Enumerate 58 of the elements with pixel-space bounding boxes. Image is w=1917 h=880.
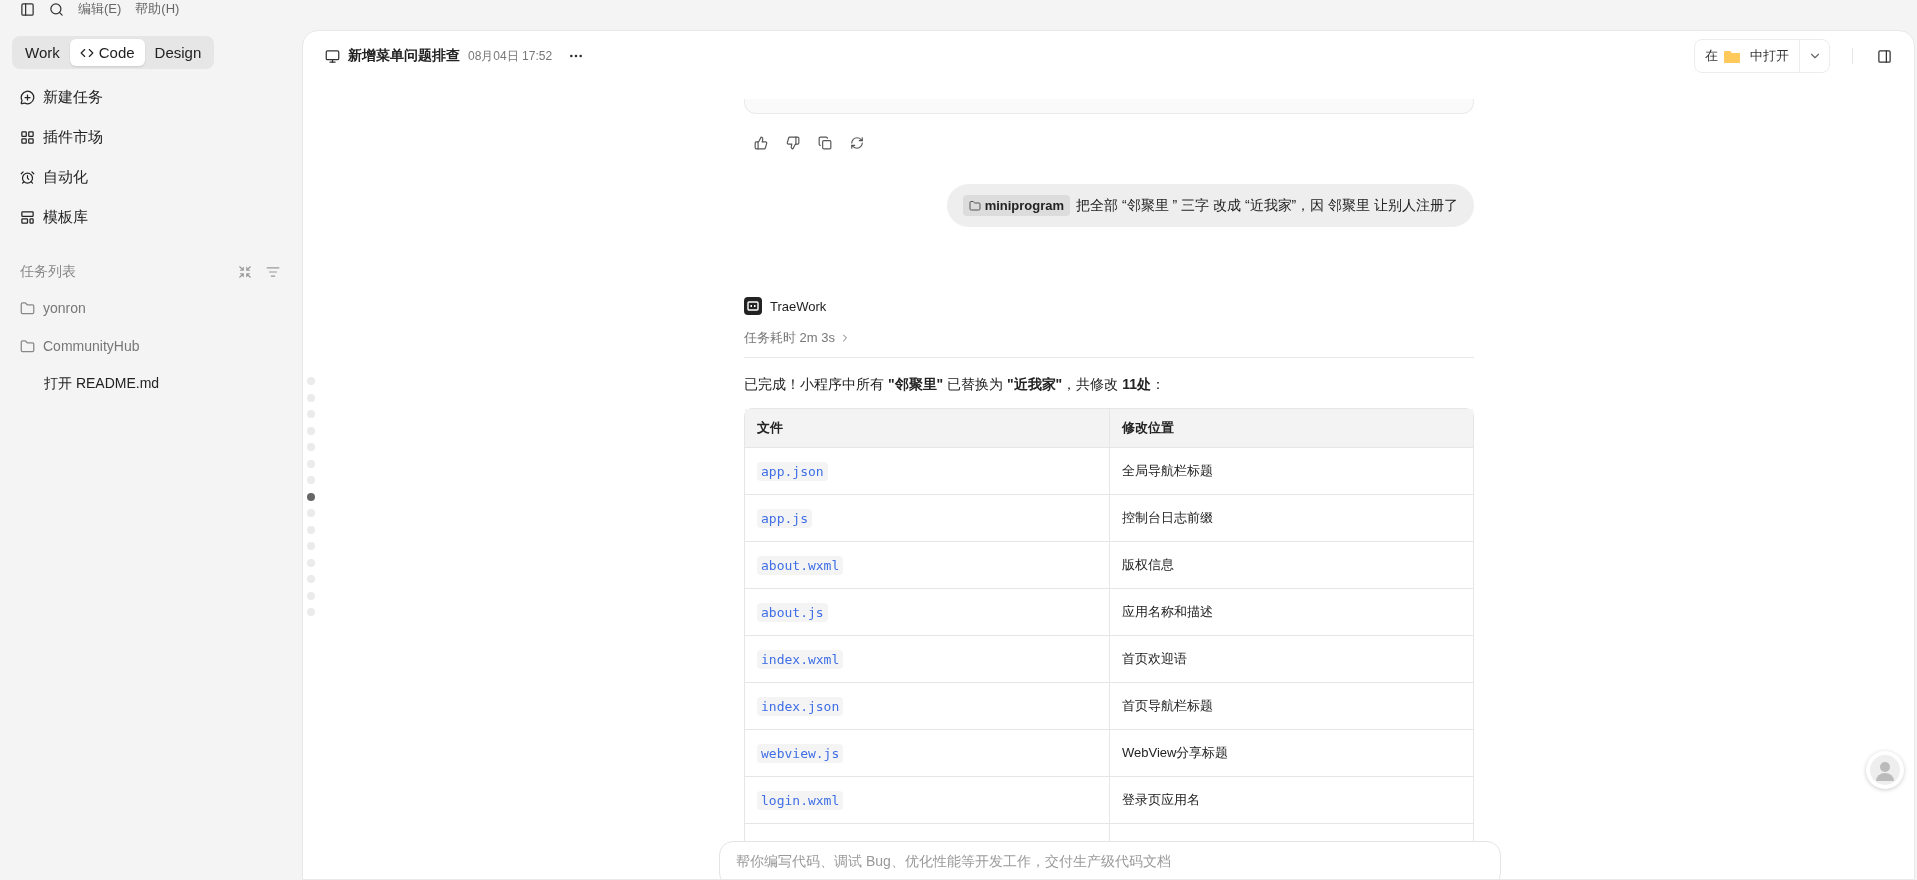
folder-icon — [1724, 49, 1740, 63]
collapse-icon[interactable] — [236, 263, 254, 281]
file-name: about.js — [757, 602, 828, 622]
column-header: 修改位置 — [1109, 409, 1473, 448]
nav-item[interactable]: 新建任务 — [0, 77, 302, 117]
chat-plus-icon — [20, 89, 35, 105]
nav-item[interactable]: 自动化 — [0, 157, 302, 197]
file-name: app.js — [757, 508, 812, 528]
grid-icon — [20, 129, 35, 145]
monitor-icon — [325, 48, 340, 64]
table-cell: 首页导航栏标题 — [1109, 683, 1473, 730]
table-cell: 应用名称和描述 — [1109, 589, 1473, 636]
chat-time: 08月04日 17:52 — [468, 47, 553, 65]
chat-title: 新增菜单问题排查 — [348, 47, 460, 65]
timeline-dot[interactable] — [307, 492, 315, 501]
thumbs-down-icon[interactable] — [784, 134, 802, 152]
author-name: TraeWork — [770, 298, 827, 314]
column-header: 文件 — [745, 409, 1109, 448]
file-name: app.json — [757, 461, 828, 481]
avatar-icon[interactable] — [1866, 751, 1904, 789]
duration-toggle[interactable]: 任务耗时 2m 3s — [744, 329, 851, 347]
message-text: 把全部 “邻聚里 ” 三字 改成 “近我家”，因 邻聚里 让别人注册了 — [1076, 196, 1458, 215]
table-cell: 版权信息 — [1109, 542, 1473, 589]
section-title: 任务列表 — [20, 263, 77, 281]
nav-item[interactable]: 插件市场 — [0, 117, 302, 157]
refresh-icon[interactable] — [848, 134, 866, 152]
nav-item[interactable]: 模板库 — [0, 197, 302, 237]
mode-tab[interactable]: Design — [144, 39, 212, 66]
alarm-clock-icon — [20, 169, 35, 185]
menu-item[interactable]: 编辑(E) — [78, 0, 122, 18]
folder-chip[interactable]: miniprogram — [962, 195, 1071, 216]
file-name: index.wxml — [757, 649, 844, 669]
task-item[interactable]: yonron — [0, 289, 302, 327]
copy-icon[interactable] — [816, 134, 834, 152]
message-composer[interactable]: 帮你编写代码、调试 Bug、优化性能等开发工作，交付生产级代码文档 — [719, 841, 1501, 879]
table-cell: 首页欢迎语 — [1109, 636, 1473, 683]
task-item[interactable]: 打开 README.md — [0, 365, 302, 403]
file-name: index.json — [757, 696, 844, 716]
menu-item[interactable]: 帮助(H) — [135, 0, 180, 18]
table-cell: 登录页应用名 — [1109, 777, 1473, 824]
thumbs-up-icon[interactable] — [752, 134, 770, 152]
folder-icon — [20, 300, 35, 316]
search-icon[interactable] — [49, 1, 64, 17]
table-cell: WebView分享标题 — [1109, 730, 1473, 777]
folder-icon — [20, 338, 35, 354]
file-name: about.wxml — [757, 555, 844, 575]
file-name: webview.js — [757, 743, 844, 763]
mode-tab[interactable]: Code — [69, 39, 145, 66]
sidebar-toggle-icon[interactable] — [20, 1, 35, 17]
folder-icon — [968, 199, 981, 212]
summary-text: 已完成！小程序中所有 "邻聚里" 已替换为 "近我家"，共修改 11处： — [744, 376, 1166, 394]
table-cell: 全局导航栏标题 — [1109, 448, 1473, 495]
logo-icon — [744, 297, 762, 315]
file-name: login.wxml — [757, 790, 844, 810]
template-icon — [20, 209, 35, 225]
mode-tab[interactable]: Work — [15, 39, 70, 66]
task-item[interactable]: CommunityHub — [0, 327, 302, 365]
table-cell: 控制台日志前缀 — [1109, 495, 1473, 542]
